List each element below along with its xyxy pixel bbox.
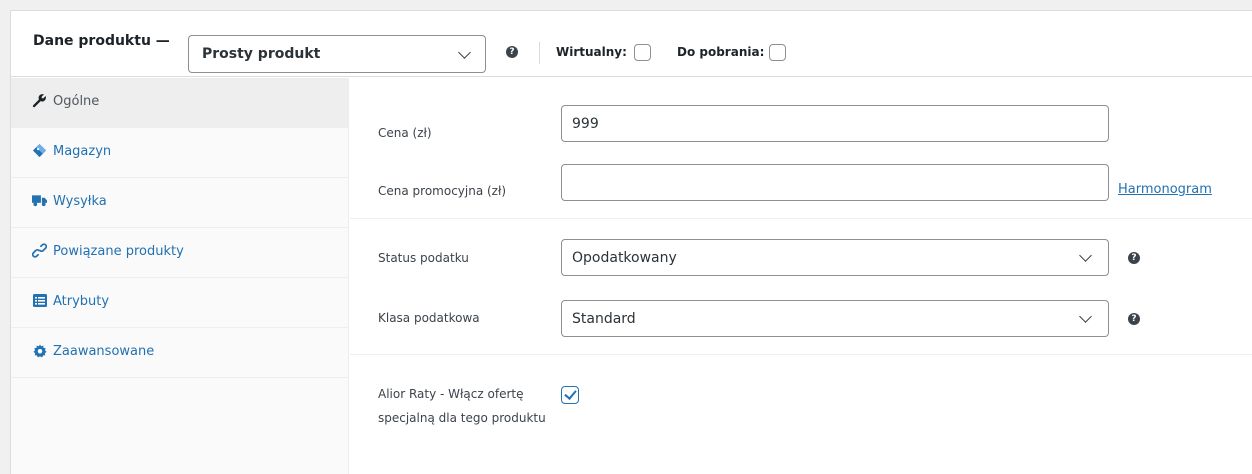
price-input[interactable]: 999 [561, 105, 1109, 142]
tag-icon [32, 143, 47, 158]
schedule-link[interactable]: Harmonogram [1118, 182, 1212, 197]
tab-inventory-label: Magazyn [53, 144, 112, 159]
gear-icon [32, 343, 47, 358]
sale-price-input[interactable] [561, 164, 1109, 201]
tax-class-select[interactable]: Standard [561, 300, 1109, 337]
downloadable-checkbox[interactable] [769, 44, 786, 61]
chevron-down-icon [458, 46, 471, 59]
chevron-down-icon [1079, 249, 1092, 262]
tab-linked-products[interactable]: Powiązane produkty [11, 228, 349, 278]
help-icon[interactable]: ? [506, 46, 518, 58]
price-value: 999 [572, 116, 599, 132]
product-data-title: Dane produktu — [33, 33, 170, 49]
price-label: Cena (zł) [378, 126, 432, 140]
pricing-separator [350, 218, 1252, 219]
tab-shipping[interactable]: Wysyłka [11, 178, 349, 228]
help-icon[interactable]: ? [1128, 313, 1140, 325]
link-icon [32, 243, 47, 258]
alior-label: Alior Raty - Włącz ofertę specjalną dla … [378, 387, 546, 425]
product-data-panel: Dane produktu — Prosty produkt ? Wirtual… [10, 10, 1252, 474]
tax-class-value: Standard [572, 311, 636, 327]
tab-inventory[interactable]: Magazyn [11, 128, 349, 178]
tab-linked-products-label: Powiązane produkty [53, 244, 184, 259]
sale-price-label: Cena promocyjna (zł) [378, 184, 507, 198]
virtual-label: Wirtualny: [556, 45, 627, 59]
product-data-tabs: Ogólne Magazyn Wysyłka Powiązane produkt… [11, 78, 349, 474]
chevron-down-icon [1079, 310, 1092, 323]
tab-advanced[interactable]: Zaawansowane [11, 328, 349, 378]
list-icon [32, 293, 47, 308]
help-icon[interactable]: ? [1128, 252, 1140, 264]
truck-icon [32, 193, 47, 208]
downloadable-label: Do pobrania: [677, 45, 765, 59]
virtual-checkbox[interactable] [634, 44, 651, 61]
alior-checkbox[interactable] [561, 386, 579, 404]
product-type-value: Prosty produkt [202, 46, 321, 62]
general-panel: Cena (zł) 999 Cena promocyjna (zł) Harmo… [350, 78, 1252, 474]
tab-attributes[interactable]: Atrybuty [11, 278, 349, 328]
tax-status-label: Status podatku [378, 251, 469, 265]
tax-separator [350, 354, 1252, 355]
tax-status-value: Opodatkowany [572, 250, 677, 266]
product-data-header: Dane produktu — Prosty produkt ? Wirtual… [11, 11, 1252, 77]
tax-status-select[interactable]: Opodatkowany [561, 239, 1109, 276]
header-divider [539, 42, 540, 64]
wrench-icon [32, 93, 47, 108]
product-type-select[interactable]: Prosty produkt [188, 35, 486, 73]
tab-advanced-label: Zaawansowane [53, 344, 155, 359]
tax-class-label: Klasa podatkowa [378, 311, 480, 325]
tab-general-label: Ogólne [53, 94, 100, 109]
tab-general[interactable]: Ogólne [11, 78, 349, 128]
tab-attributes-label: Atrybuty [53, 294, 110, 309]
tab-shipping-label: Wysyłka [53, 194, 107, 209]
